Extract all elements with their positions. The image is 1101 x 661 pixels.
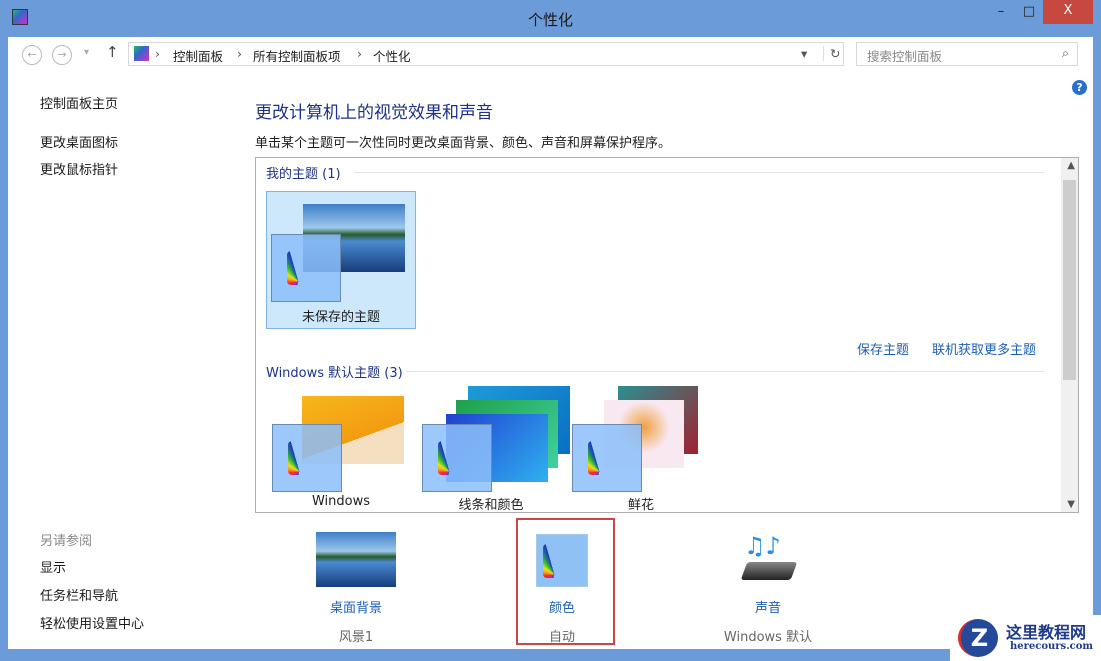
my-themes-heading: 我的主题 (1) <box>266 167 341 182</box>
recent-dropdown[interactable]: ▾ <box>84 47 89 58</box>
window-title: 个性化 <box>527 11 573 29</box>
color-palette-icon <box>271 234 341 302</box>
back-button[interactable]: ← <box>22 45 42 65</box>
default-themes-heading: Windows 默认主题 (3) <box>266 366 403 381</box>
theme-label: 鲜花 <box>627 498 654 513</box>
breadcrumb-control-panel[interactable]: 控制面板 <box>173 46 223 65</box>
watermark-url: herecours.com <box>1010 641 1094 652</box>
theme-windows[interactable]: Windows <box>266 388 416 512</box>
help-icon[interactable]: ? <box>1072 80 1087 95</box>
search-input[interactable]: 搜索控制面板 ⌕ <box>856 42 1078 66</box>
color-palette-icon <box>572 424 642 492</box>
sidebar-change-desktop-icons[interactable]: 更改桌面图标 <box>40 132 118 151</box>
watermark-title: 这里教程网 <box>1006 623 1087 642</box>
maximize-button[interactable]: □ <box>1018 4 1040 28</box>
address-bar[interactable]: › 控制面板 › 所有控制面板项 › 个性化 ▾ ↻ <box>128 42 844 66</box>
minimize-button[interactable]: – <box>990 4 1012 28</box>
color-palette-icon <box>272 424 342 492</box>
item-label: 声音 <box>754 601 781 616</box>
color-palette-icon <box>422 424 492 492</box>
up-button[interactable]: ↑ <box>106 43 119 61</box>
item-label: 桌面背景 <box>329 601 382 616</box>
sound-icon: ♫♪ <box>738 532 798 587</box>
watermark-logo: Z <box>958 619 998 657</box>
theme-list: 我的主题 (1) 未保存的主题 保存主题 联机获取更多主题 Windows 默认… <box>255 157 1079 513</box>
link-taskbar[interactable]: 任务栏和导航 <box>40 585 118 604</box>
address-dropdown[interactable]: ▾ <box>801 46 807 61</box>
scrollbar-thumb[interactable] <box>1063 180 1076 380</box>
scroll-up-arrow[interactable]: ▲ <box>1067 160 1075 171</box>
title-bar: 个性化 – □ X <box>0 0 1101 37</box>
item-value: 风景1 <box>338 630 374 645</box>
separator: › <box>237 46 242 61</box>
desktop-background-item[interactable]: 桌面背景 风景1 <box>286 532 426 645</box>
breadcrumb-personalization[interactable]: 个性化 <box>373 46 411 65</box>
separator: › <box>155 46 160 61</box>
separator: › <box>357 46 362 61</box>
forward-button[interactable]: → <box>52 45 72 65</box>
link-display[interactable]: 显示 <box>40 557 66 576</box>
close-button[interactable]: X <box>1043 0 1093 24</box>
theme-label: Windows <box>311 494 371 509</box>
sidebar-home-link[interactable]: 控制面板主页 <box>40 93 118 112</box>
theme-list-scrollbar[interactable]: ▲ ▼ <box>1061 158 1078 512</box>
sound-item[interactable]: ♫♪ 声音 Windows 默认 <box>698 532 838 645</box>
page-description: 单击某个主题可一次性同时更改桌面背景、颜色、声音和屏幕保护程序。 <box>255 136 672 151</box>
theme-unsaved[interactable]: 未保存的主题 <box>266 191 416 329</box>
see-also-heading: 另请参阅 <box>40 534 93 549</box>
get-more-themes-link[interactable]: 联机获取更多主题 <box>932 339 1036 358</box>
scroll-down-arrow[interactable]: ▼ <box>1067 499 1075 510</box>
theme-label: 未保存的主题 <box>301 310 380 325</box>
theme-label: 线条和颜色 <box>458 498 524 513</box>
breadcrumb-all-items[interactable]: 所有控制面板项 <box>253 46 341 65</box>
refresh-button[interactable]: ↻ <box>823 46 840 61</box>
watermark: Z 这里教程网 herecours.com <box>950 615 1101 661</box>
theme-flowers[interactable]: 鲜花 <box>566 386 716 513</box>
search-icon[interactable]: ⌕ <box>1062 45 1069 61</box>
search-placeholder: 搜索控制面板 <box>867 49 943 64</box>
highlight-box <box>516 518 615 645</box>
link-ease-of-access[interactable]: 轻松使用设置中心 <box>40 613 144 632</box>
theme-lines-and-colors[interactable]: 线条和颜色 <box>416 386 570 513</box>
sidebar-change-mouse-pointer[interactable]: 更改鼠标指针 <box>40 159 118 178</box>
control-panel-icon <box>134 46 149 61</box>
item-value: Windows 默认 <box>723 630 813 645</box>
page-title: 更改计算机上的视觉效果和声音 <box>255 103 493 123</box>
window-client: ← → ▾ ↑ › 控制面板 › 所有控制面板项 › 个性化 ▾ ↻ 搜索控制面… <box>8 37 1093 649</box>
navigation-bar: ← → ▾ ↑ › 控制面板 › 所有控制面板项 › 个性化 ▾ ↻ 搜索控制面… <box>8 37 1093 72</box>
desktop-background-thumbnail <box>316 532 396 587</box>
save-theme-link[interactable]: 保存主题 <box>857 339 909 358</box>
